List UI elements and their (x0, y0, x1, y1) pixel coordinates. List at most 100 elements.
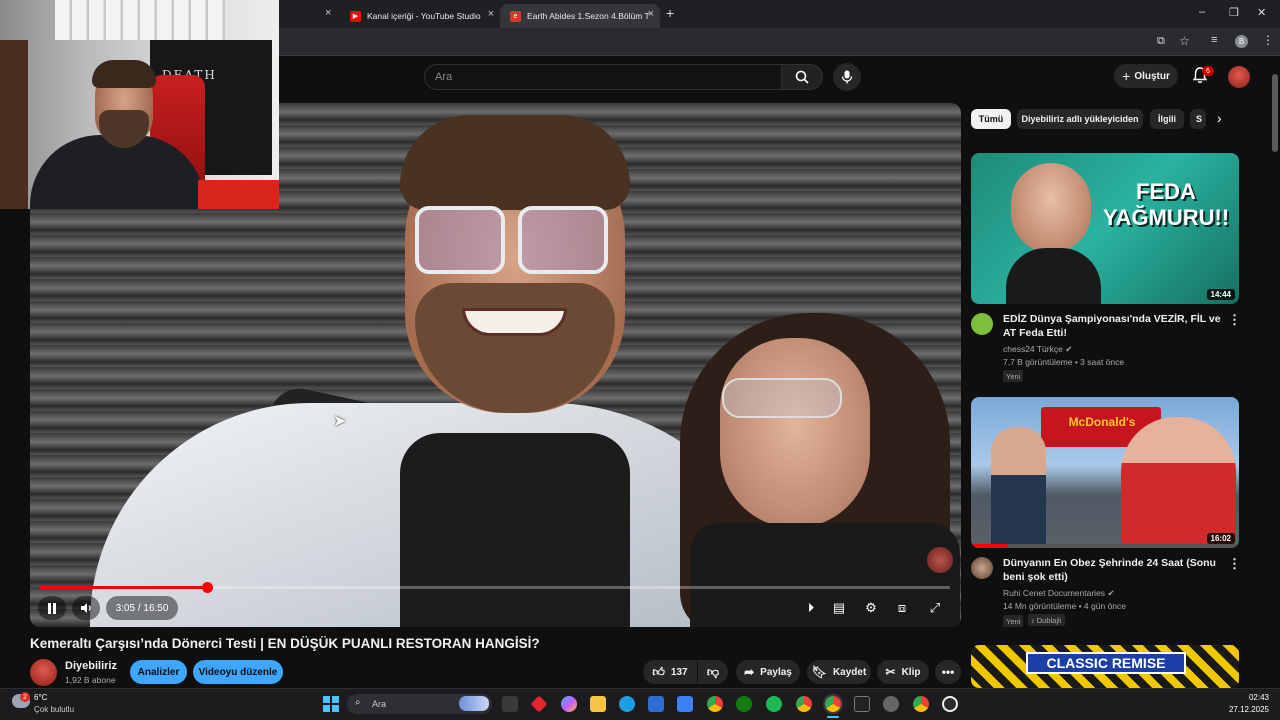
weather-alert-badge: 2 (20, 692, 30, 702)
verified-icon: ✔︎ (1107, 588, 1115, 598)
share-label: Paylaş (760, 666, 792, 678)
fullscreen-icon[interactable]: ⤢ (926, 600, 944, 616)
tab-youtube-studio[interactable]: ▶ Kanal içeriği - YouTube Studio × (340, 4, 500, 28)
new-badge: Yeni (1003, 370, 1024, 382)
tab-label: Kanal içeriği - YouTube Studio (367, 11, 481, 21)
profile-icon[interactable]: B (1235, 35, 1248, 48)
channel-watermark[interactable] (927, 547, 953, 573)
like-button[interactable]: 👍︎ 137 (643, 660, 697, 684)
recommendation-title[interactable]: Dünyanın En Obez Şehrinde 24 Saat (Sonu … (1003, 556, 1225, 584)
channel-avatar[interactable] (30, 659, 57, 686)
volume-button[interactable] (72, 596, 100, 620)
webcam-person-hair (92, 60, 156, 88)
more-actions-button[interactable]: ••• (935, 660, 961, 684)
voice-search-button[interactable] (833, 63, 861, 91)
progress-scrubber[interactable] (202, 582, 213, 593)
cast-icon[interactable]: ⧉ (1157, 35, 1165, 48)
thumbs-up-icon: 👍︎ (652, 664, 665, 679)
edit-video-button[interactable]: Videoyu düzenle (193, 660, 283, 684)
autoplay-toggle-icon[interactable]: ⏵ (802, 600, 820, 616)
taskbar-search-placeholder: Ara (372, 699, 387, 709)
microphone-icon (841, 70, 853, 84)
clip-button[interactable]: ✂ Klip (877, 660, 929, 684)
recommendation-title[interactable]: EDİZ Dünya Şampiyonası'nda VEZİR, FİL ve… (1003, 312, 1225, 340)
edge-icon[interactable] (619, 696, 635, 712)
spotify-icon[interactable] (766, 696, 782, 712)
copilot-icon[interactable] (561, 696, 577, 712)
search-input[interactable]: Ara (424, 64, 782, 90)
tab-earth-abides[interactable]: e Earth Abides 1.Sezon 4.Bölüm T × (500, 4, 660, 28)
search-button[interactable] (781, 64, 823, 90)
share-button[interactable]: ➦ Paylaş (736, 660, 800, 684)
channel-name: chess24 Türkçe (1003, 344, 1063, 354)
dubbed-label: Dublajlı (1036, 615, 1062, 625)
recommendation-channel[interactable]: Ruhi Cenet Documentaries ✔︎ (1003, 588, 1115, 599)
plus-icon: + (1122, 68, 1131, 84)
minimize-icon[interactable]: – (1199, 6, 1205, 18)
close-tab-icon[interactable]: × (325, 7, 331, 19)
bookmark-star-icon[interactable]: ☆ (1179, 34, 1190, 48)
close-tab-icon[interactable]: × (648, 8, 654, 20)
windows-start-icon[interactable] (323, 696, 339, 712)
chip-all[interactable]: Tümü (971, 109, 1011, 129)
account-avatar[interactable] (1228, 66, 1250, 88)
recommendation-channel[interactable]: chess24 Türkçe ✔︎ (1003, 344, 1072, 355)
recommendation-thumbnail[interactable]: FEDA YAĞMURU!! 14:44 (971, 153, 1239, 304)
store-icon[interactable] (648, 696, 664, 712)
site-favicon-icon: e (510, 10, 521, 22)
clock-time[interactable]: 02:43 (1233, 693, 1269, 702)
close-tab-icon[interactable]: × (488, 8, 494, 20)
windows-taskbar (0, 688, 1280, 720)
subtitles-icon[interactable]: ▤ (830, 600, 848, 616)
new-tab-button[interactable]: + (666, 5, 674, 21)
settings-icon[interactable] (883, 696, 899, 712)
chip-related[interactable]: İlgili (1150, 109, 1184, 129)
active-app-indicator (827, 716, 839, 718)
channel-avatar[interactable] (971, 557, 993, 579)
save-button[interactable]: 🔖︎ Kaydet (807, 660, 871, 684)
clock-date[interactable]: 27.12.2025 (1226, 705, 1269, 714)
file-explorer-icon[interactable] (590, 696, 606, 712)
progress-bar-played (40, 586, 207, 589)
chrome-profile-icon[interactable] (796, 696, 812, 712)
task-view-icon[interactable] (502, 696, 518, 712)
channel-avatar[interactable] (971, 313, 993, 335)
thumb-shirt (1006, 248, 1101, 304)
create-button[interactable]: + Oluştur (1114, 64, 1178, 88)
dubbed-icon: ♪ (1031, 615, 1035, 625)
mail-icon[interactable] (677, 696, 693, 712)
video-title: Kemeraltı Çarşısı’nda Dönerci Testi | EN… (30, 636, 540, 651)
obs-icon[interactable] (942, 696, 958, 712)
analytics-button[interactable]: Analizler (130, 660, 187, 684)
page-scrollbar-track[interactable] (1272, 66, 1278, 686)
capcut-icon[interactable] (854, 696, 870, 712)
subscriber-count: 1,92 B abone (65, 675, 116, 685)
more-vertical-icon[interactable]: ⋮ (1228, 312, 1241, 328)
recommendation-thumbnail[interactable]: McDonald's 16:02 (971, 397, 1239, 548)
chrome-active-icon[interactable] (825, 696, 841, 712)
media-control-icon[interactable]: ≡ (1211, 34, 1217, 46)
settings-gear-icon[interactable]: ⚙ (862, 600, 880, 616)
tab-label: Earth Abides 1.Sezon 4.Bölüm T (527, 11, 650, 21)
thumbnail-banner: CLASSIC REMISE (1026, 652, 1186, 674)
chip-from-uploader[interactable]: Diyebiliriz adlı yükleyiciden (1017, 109, 1143, 129)
xbox-icon[interactable] (736, 696, 752, 712)
chrome-alt-icon[interactable] (913, 696, 929, 712)
close-window-icon[interactable]: ✕ (1257, 6, 1266, 19)
chevron-right-icon[interactable]: › (1217, 110, 1222, 126)
recommendation-thumbnail[interactable]: CLASSIC REMISE (971, 645, 1239, 688)
restore-icon[interactable]: ❐ (1229, 6, 1239, 19)
watched-bar-fill (971, 544, 1007, 548)
chrome-icon[interactable] (707, 696, 723, 712)
miniplayer-icon[interactable]: ⧈ (893, 600, 911, 616)
taskbar-search[interactable]: ⌕ Ara (347, 694, 492, 714)
channel-name[interactable]: Diyebiliriz (65, 660, 117, 672)
dislike-button[interactable]: 👎︎ (698, 660, 728, 684)
page-scrollbar-thumb[interactable] (1272, 74, 1278, 152)
pause-button[interactable] (38, 596, 66, 620)
more-vertical-icon[interactable]: ⋮ (1228, 556, 1241, 572)
chip-partial[interactable]: S (1190, 109, 1206, 129)
webcam-ceiling (55, 0, 225, 40)
browser-menu-icon[interactable]: ⋮ (1262, 33, 1274, 47)
search-highlight-icon (459, 696, 489, 711)
